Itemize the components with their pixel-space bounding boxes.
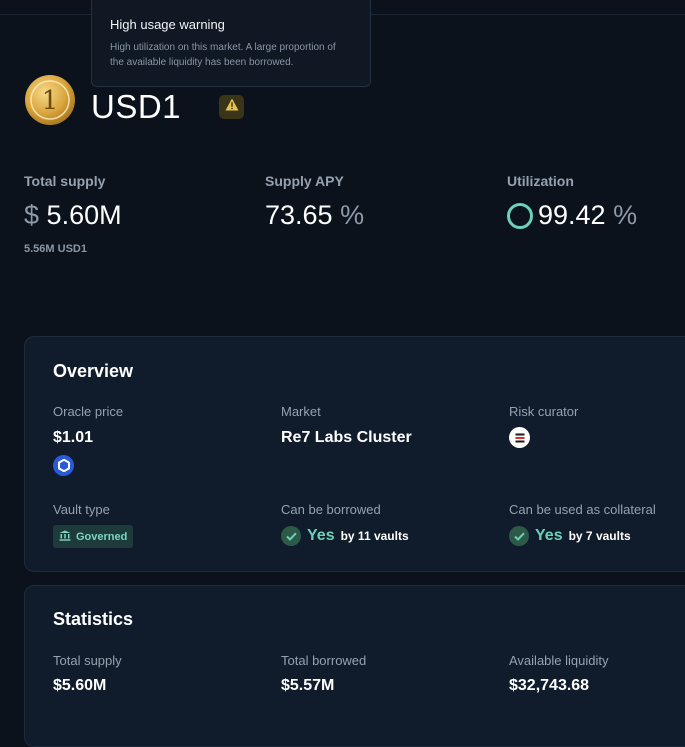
utilization-label: Utilization [507, 173, 574, 189]
collateral-label: Can be used as collateral [509, 502, 656, 517]
oracle-price-value: $1.01 [53, 429, 94, 446]
bank-icon [59, 530, 71, 544]
total-supply-amount: 5.60M [46, 200, 122, 230]
utilization-ring-icon [507, 203, 533, 229]
can-be-borrowed-value[interactable]: Yes by 11 vaults [281, 526, 409, 546]
overview-card: Overview Oracle price $1.01 Market Re7 L… [24, 336, 685, 572]
utilization-value: 99.42 % [538, 200, 637, 231]
oracle-price-label: Oracle price [53, 404, 124, 419]
token-name: USD1 [91, 88, 182, 125]
market-label: Market [281, 404, 321, 419]
chainlink-icon[interactable] [53, 455, 74, 476]
total-supply-token-amount: 5.56M USD1 [24, 243, 87, 255]
check-icon [509, 526, 529, 546]
supply-apy-number: 73.65 [265, 200, 333, 230]
percent-sign: % [613, 200, 638, 230]
tooltip-body: High utilization on this market. A large… [110, 42, 336, 68]
supply-apy-value: 73.65 % [265, 200, 364, 231]
stat-total-borrowed-value: $5.57M [281, 677, 335, 694]
statistics-card: Statistics Total supply $5.60M Total bor… [24, 585, 685, 747]
percent-sign: % [340, 200, 365, 230]
can-be-borrowed-label: Can be borrowed [281, 502, 381, 517]
governed-badge: Governed [53, 525, 134, 548]
stat-total-supply-value: $5.60M [53, 677, 107, 694]
market-value[interactable]: Re7 Labs Cluster [281, 429, 412, 447]
vault-type-label: Vault type [53, 502, 110, 517]
yes-label: Yes [535, 527, 563, 544]
svg-text:1: 1 [42, 86, 59, 116]
stat-total-borrowed-label: Total borrowed [281, 653, 367, 668]
governed-label: Governed [76, 530, 128, 543]
warning-triangle-icon [225, 98, 239, 116]
stat-available-liquidity-label: Available liquidity [509, 653, 609, 668]
supply-apy-label: Supply APY [265, 173, 344, 189]
utilization-number: 99.42 [538, 200, 606, 230]
yes-label: Yes [307, 527, 335, 544]
statistics-title: Statistics [53, 609, 134, 629]
high-usage-tooltip: High usage warning High utilization on t… [91, 0, 371, 87]
tooltip-title: High usage warning [110, 17, 225, 32]
vault-count: by 7 vaults [568, 529, 631, 543]
stat-available-liquidity-value: $32,743.68 [509, 677, 590, 694]
stat-total-supply-label: Total supply [53, 653, 122, 668]
usd1-coin-icon: 1 [24, 74, 76, 126]
check-icon [281, 526, 301, 546]
warning-badge[interactable] [219, 95, 244, 119]
total-supply-label: Total supply [24, 173, 106, 189]
vault-count: by 11 vaults [340, 529, 409, 543]
re7-curator-icon[interactable] [509, 427, 530, 448]
collateral-value[interactable]: Yes by 7 vaults [509, 526, 631, 546]
risk-curator-label: Risk curator [509, 404, 579, 419]
total-supply-value: $ 5.60M [24, 200, 122, 231]
currency-prefix: $ [24, 200, 40, 230]
overview-title: Overview [53, 361, 134, 381]
